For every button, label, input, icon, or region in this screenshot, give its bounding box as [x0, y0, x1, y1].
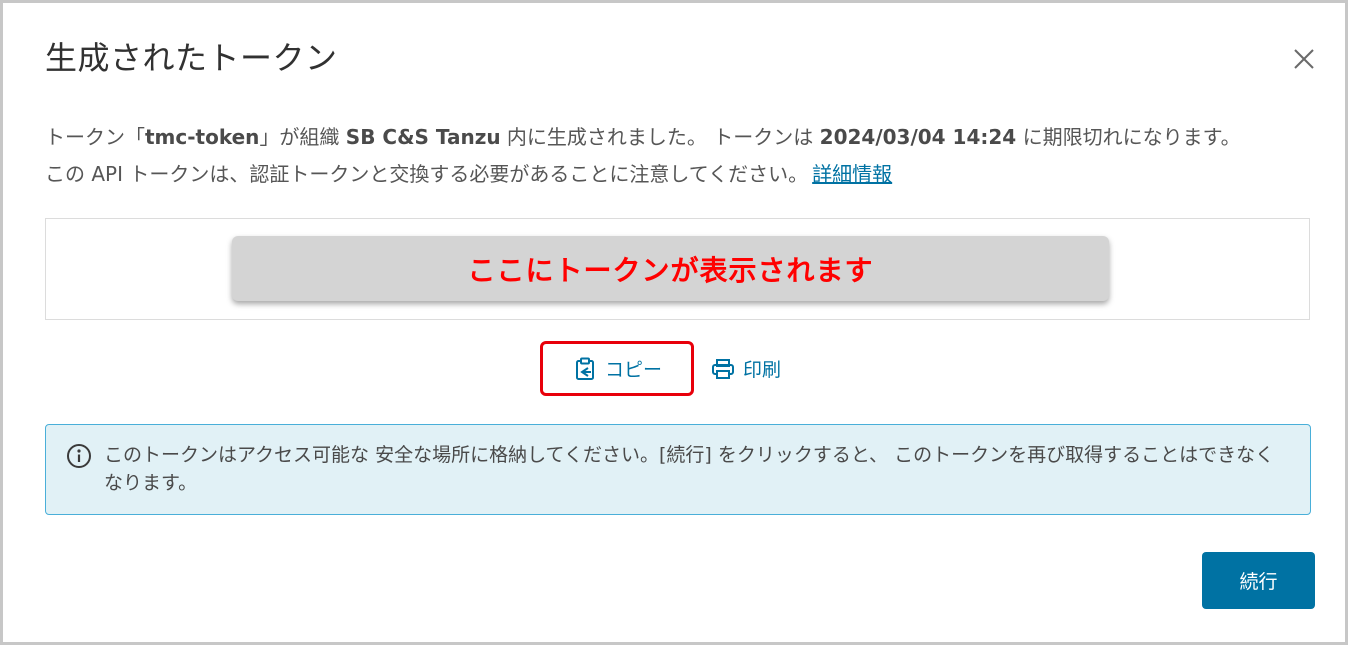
desc-suffix: に期限切れになります。	[1016, 125, 1241, 149]
more-info-link[interactable]: 詳細情報	[808, 162, 892, 186]
print-label: 印刷	[743, 359, 782, 381]
token-placeholder: ここにトークンが表示されます	[232, 236, 1109, 301]
description-line-2: この API トークンは、認証トークンと交換する必要があることに注意してください…	[45, 158, 892, 187]
org-name: SB C&S Tanzu	[345, 125, 501, 149]
desc-prefix: トークン「	[45, 125, 145, 149]
desc-mid-1: 」が組織	[259, 125, 346, 149]
close-icon	[1294, 49, 1314, 69]
print-button[interactable]: 印刷	[711, 355, 781, 382]
printer-icon	[712, 358, 734, 379]
alert-text: このトークンはアクセス可能な 安全な場所に格納してください。[続行] をクリック…	[104, 444, 1275, 494]
modal-title: 生成されたトークン	[45, 39, 338, 77]
close-button[interactable]	[1290, 45, 1318, 73]
continue-button[interactable]: 続行	[1202, 552, 1315, 609]
info-icon	[67, 444, 91, 468]
token-display-box: ここにトークンが表示されます	[45, 218, 1310, 320]
api-token-note: この API トークンは、認証トークンと交換する必要があることに注意してください…	[45, 162, 809, 186]
copy-annotation-frame	[540, 341, 694, 396]
description-line-1: トークン「tmc-token」が組織 SB C&S Tanzu 内に生成されまし…	[45, 121, 1241, 150]
desc-mid-2: 内に生成されました。 トークンは	[500, 125, 820, 149]
expiry-date: 2024/03/04 14:24	[819, 125, 1017, 149]
token-name: tmc-token	[145, 125, 260, 149]
modal-dialog: 生成されたトークン トークン「tmc-token」が組織 SB C&S Tanz…	[0, 0, 1348, 645]
info-alert: このトークンはアクセス可能な 安全な場所に格納してください。[続行] をクリック…	[45, 424, 1311, 515]
